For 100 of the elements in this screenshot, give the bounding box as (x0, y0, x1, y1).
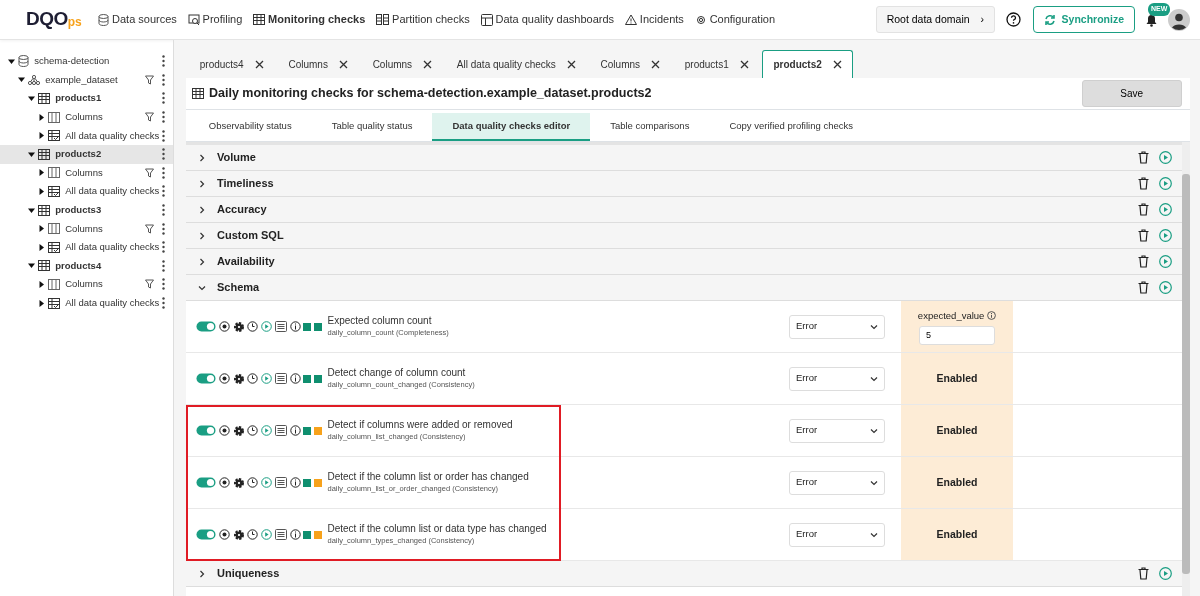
settings-icon[interactable] (232, 372, 245, 385)
nav-link[interactable]: Incidents (639, 11, 684, 28)
info-icon[interactable] (289, 321, 301, 332)
section-tab[interactable]: Table comparisons (590, 112, 710, 141)
clock-icon[interactable] (247, 425, 259, 436)
value-field[interactable]: 5 (919, 325, 995, 345)
nav-link[interactable]: Configuration (709, 11, 776, 28)
file-tab[interactable]: Columns (277, 50, 359, 78)
close-icon[interactable] (739, 60, 749, 69)
radio-dot-icon[interactable] (218, 373, 230, 384)
list-icon[interactable] (274, 477, 287, 488)
severity-dropdown[interactable]: Error (789, 366, 885, 391)
more-vertical-icon[interactable] (162, 259, 165, 272)
trash-icon[interactable] (1138, 151, 1149, 164)
more-vertical-icon[interactable] (162, 55, 165, 68)
close-icon[interactable] (832, 60, 842, 69)
more-vertical-icon[interactable] (162, 297, 165, 309)
radio-dot-icon[interactable] (218, 529, 230, 540)
list-icon[interactable] (274, 529, 287, 540)
chevron-down-icon[interactable] (870, 322, 878, 331)
scrollbar[interactable] (1182, 142, 1190, 596)
section-tab[interactable]: Observability status (188, 112, 312, 141)
list-icon[interactable] (274, 321, 287, 332)
chevron-right-icon[interactable] (198, 179, 206, 188)
file-tab[interactable]: products4 (188, 50, 275, 78)
more-vertical-icon[interactable] (162, 73, 165, 86)
clock-icon[interactable] (247, 477, 259, 488)
file-tab[interactable]: Columns (589, 50, 672, 78)
run-icon[interactable] (1159, 177, 1172, 190)
close-icon[interactable] (566, 60, 576, 69)
severity-dropdown[interactable]: Error (789, 522, 885, 547)
clock-icon[interactable] (247, 321, 259, 332)
settings-icon[interactable] (232, 476, 245, 489)
info-icon[interactable] (289, 425, 301, 436)
info-icon[interactable] (289, 529, 301, 540)
list-icon[interactable] (274, 425, 287, 436)
file-tab[interactable]: Columns (361, 50, 444, 78)
toggle-switch[interactable] (196, 373, 216, 384)
radio-dot-icon[interactable] (218, 477, 230, 488)
trash-icon[interactable] (1138, 567, 1149, 580)
chevron-right-icon[interactable] (198, 231, 206, 240)
more-vertical-icon[interactable] (162, 129, 165, 142)
tree-item[interactable]: Columns (38, 277, 145, 292)
run-icon[interactable] (1159, 151, 1172, 164)
nav-link[interactable]: Data sources (112, 11, 177, 28)
tree-item[interactable]: example_dataset (18, 72, 145, 87)
settings-icon[interactable] (232, 528, 245, 541)
run-icon[interactable] (1159, 567, 1172, 580)
chevron-right-icon[interactable] (198, 569, 206, 578)
tree-item[interactable]: Columns (38, 109, 145, 125)
chevron-down-icon[interactable] (198, 283, 206, 292)
file-tab[interactable]: products1 (673, 50, 760, 78)
more-vertical-icon[interactable] (162, 92, 165, 105)
radio-dot-icon[interactable] (218, 425, 230, 436)
nav-link[interactable]: Monitoring checks (268, 11, 366, 28)
run-icon[interactable] (1159, 255, 1172, 268)
info-icon[interactable] (289, 477, 301, 488)
trash-icon[interactable] (1138, 229, 1149, 242)
tree-item[interactable]: Columns (38, 221, 145, 236)
run-icon[interactable] (1159, 281, 1172, 294)
run-icon[interactable] (1159, 229, 1172, 242)
run-icon[interactable] (1159, 203, 1172, 216)
list-icon[interactable] (274, 373, 287, 384)
info-icon[interactable] (289, 373, 301, 384)
clock-icon[interactable] (247, 529, 259, 540)
tree-item[interactable]: products1 (28, 91, 162, 106)
tree-item[interactable]: All data quality checks (38, 184, 162, 199)
more-vertical-icon[interactable] (162, 241, 165, 254)
trash-icon[interactable] (1138, 281, 1149, 294)
tree-item[interactable]: All data quality checks (38, 295, 162, 311)
chevron-down-icon[interactable] (870, 426, 878, 435)
section-tab[interactable]: Table quality status (311, 112, 433, 141)
close-icon[interactable] (423, 60, 433, 69)
tree-item[interactable]: products3 (28, 202, 162, 218)
section-tab[interactable]: Copy verified profiling checks (709, 112, 873, 141)
settings-icon[interactable] (232, 320, 245, 333)
trash-icon[interactable] (1138, 255, 1149, 268)
more-vertical-icon[interactable] (162, 185, 165, 198)
tree-item[interactable]: Columns (38, 165, 145, 180)
nav-link[interactable]: Partition checks (392, 11, 470, 28)
settings-icon[interactable] (232, 424, 245, 437)
trash-icon[interactable] (1138, 203, 1149, 216)
avatar-icon[interactable] (1168, 8, 1190, 31)
chevron-right-icon[interactable] (198, 205, 206, 214)
file-tab[interactable]: All data quality checks (445, 50, 587, 78)
more-vertical-icon[interactable] (162, 222, 165, 235)
toggle-switch[interactable] (196, 477, 216, 488)
nav-link[interactable]: Data quality dashboards (495, 11, 615, 28)
nav-link[interactable]: Profiling (202, 11, 243, 28)
severity-dropdown[interactable]: Error (789, 418, 885, 443)
domain-button[interactable]: Root data domain › (875, 5, 996, 34)
file-tab[interactable]: products2 (762, 50, 853, 78)
chevron-down-icon[interactable] (870, 478, 878, 487)
help-icon[interactable] (1006, 12, 1022, 27)
toggle-switch[interactable] (196, 321, 216, 332)
tree-item[interactable]: All data quality checks (38, 240, 162, 255)
chevron-right-icon[interactable] (198, 153, 206, 162)
toggle-switch[interactable] (196, 425, 216, 436)
close-icon[interactable] (651, 60, 661, 69)
bell-icon[interactable] (1146, 13, 1157, 27)
